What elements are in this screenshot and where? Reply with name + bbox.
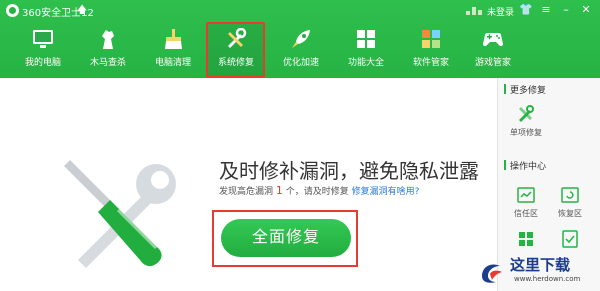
tab-system-repair[interactable]: 系统修复 — [206, 22, 265, 78]
tools-illustration-icon — [64, 160, 176, 268]
horse-icon — [102, 30, 114, 49]
tab-game-manager[interactable]: 游戏管家 — [463, 22, 523, 78]
tab-trojan-scan[interactable]: 木马查杀 — [78, 22, 138, 78]
app-logo-icon — [6, 4, 19, 17]
watermark-logo-icon — [482, 264, 502, 283]
page-title: 及时修补漏洞，避免隐私泄露 — [219, 159, 479, 183]
summary-suffix: 个，请及时修复 — [285, 187, 349, 197]
member-badge-icon[interactable] — [466, 7, 482, 15]
grid-icon — [357, 30, 375, 48]
single-repair-label: 单项修复 — [510, 128, 542, 137]
minimize-icon[interactable]: – — [558, 2, 574, 18]
trust-zone-icon — [517, 187, 535, 203]
login-link[interactable]: 未登录 — [487, 5, 514, 18]
section-marker — [504, 84, 506, 94]
vulnerability-count: 1 — [275, 184, 283, 197]
tab-label: 木马查杀 — [89, 58, 126, 68]
header: 360安全卫士12 🡅 未登录 👕 ≡ – ✕ 我的电脑 木马查杀 电脑清理 系… — [0, 0, 600, 78]
more-repair-heading: 更多修复 — [510, 86, 547, 96]
checklist-icon — [562, 230, 578, 248]
why-repair-link[interactable]: 修复漏洞有啥用? — [352, 187, 420, 197]
close-icon[interactable]: ✕ — [578, 2, 594, 18]
tab-features[interactable]: 功能大全 — [336, 22, 396, 78]
recover-zone-icon — [561, 187, 579, 203]
upgrade-arrow-icon[interactable]: 🡅 — [77, 3, 87, 20]
broom-icon — [165, 29, 182, 49]
vulnerability-summary: 发现高危漏洞 1 个，请及时修复 修复漏洞有啥用? — [219, 184, 419, 197]
wrench-icon — [228, 28, 247, 48]
recover-zone-label: 恢复区 — [558, 209, 582, 218]
tools-icon — [519, 105, 534, 122]
tab-my-computer[interactable]: 我的电脑 — [13, 22, 73, 78]
gamepad-icon — [483, 33, 503, 47]
tab-software-manager[interactable]: 软件管家 — [401, 22, 461, 78]
tab-label: 系统修复 — [217, 58, 254, 68]
tab-label: 游戏管家 — [474, 58, 511, 68]
watermark-url: www.herdown.com — [514, 275, 581, 283]
section-marker — [504, 160, 506, 170]
trust-zone-button[interactable]: 信任区 — [506, 186, 546, 226]
summary-prefix: 发现高危漏洞 — [219, 187, 274, 197]
watermark-text: 这里下载 — [510, 256, 571, 274]
operations-heading: 操作中心 — [510, 162, 547, 172]
trust-zone-label: 信任区 — [514, 209, 538, 218]
main-toolbar: 我的电脑 木马查杀 电脑清理 系统修复 优化加速 功能大全 软件管家 游戏管家 — [0, 22, 600, 78]
repair-panel: 及时修补漏洞，避免隐私泄露 发现高危漏洞 1 个，请及时修复 修复漏洞有啥用? … — [0, 78, 497, 291]
tab-label: 软件管家 — [412, 58, 449, 68]
software-icon — [422, 30, 440, 48]
monitor-icon — [33, 30, 53, 48]
title-bar: 360安全卫士12 🡅 未登录 👕 ≡ – ✕ — [0, 0, 600, 22]
tab-label: 电脑清理 — [154, 58, 191, 68]
tab-label: 优化加速 — [282, 58, 319, 68]
recover-zone-button[interactable]: 恢复区 — [550, 186, 590, 226]
skin-icon[interactable]: 👕 — [518, 2, 534, 18]
menu-icon[interactable]: ≡ — [538, 2, 554, 18]
windows-icon — [519, 232, 533, 246]
single-repair-button[interactable]: 单项修复 — [506, 105, 546, 145]
tab-pc-cleanup[interactable]: 电脑清理 — [143, 22, 203, 78]
rocket-icon — [292, 30, 310, 48]
tab-label: 功能大全 — [347, 58, 384, 68]
full-repair-button[interactable]: 全面修复 — [221, 219, 351, 257]
watermark: 这里下载 www.herdown.com — [470, 252, 600, 291]
tab-optimize[interactable]: 优化加速 — [271, 22, 331, 78]
tab-label: 我的电脑 — [24, 58, 61, 68]
